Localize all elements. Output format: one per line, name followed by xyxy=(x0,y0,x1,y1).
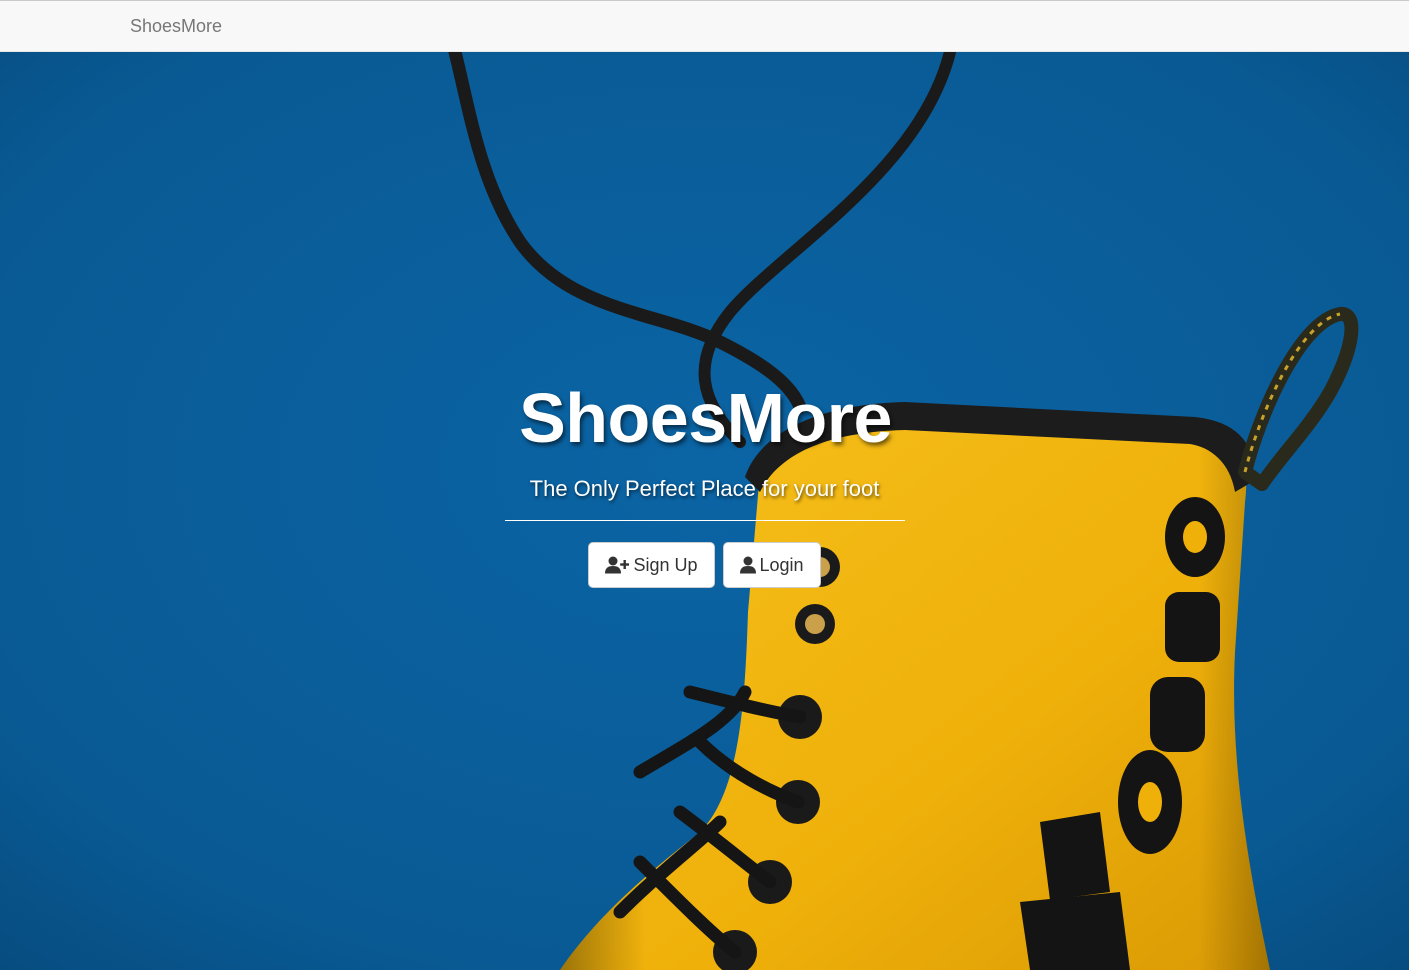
hero-content: ShoesMore The Only Perfect Place for you… xyxy=(0,378,1409,588)
hero-button-group: Sign Up Login xyxy=(0,542,1409,588)
hero-divider xyxy=(504,520,905,521)
user-icon xyxy=(739,556,756,574)
hero-subtitle: The Only Perfect Place for your foot xyxy=(529,476,880,501)
hero-section: ShoesMore The Only Perfect Place for you… xyxy=(0,52,1409,970)
signup-button[interactable]: Sign Up xyxy=(588,542,715,588)
hero-title: ShoesMore xyxy=(519,379,892,457)
top-navbar: ShoesMore xyxy=(0,0,1409,52)
login-button-label: Login xyxy=(759,554,804,575)
navbar-brand-link[interactable]: ShoesMore xyxy=(130,16,222,37)
signup-button-label: Sign Up xyxy=(633,554,698,575)
login-button[interactable]: Login xyxy=(722,542,821,588)
user-plus-icon xyxy=(605,556,630,574)
